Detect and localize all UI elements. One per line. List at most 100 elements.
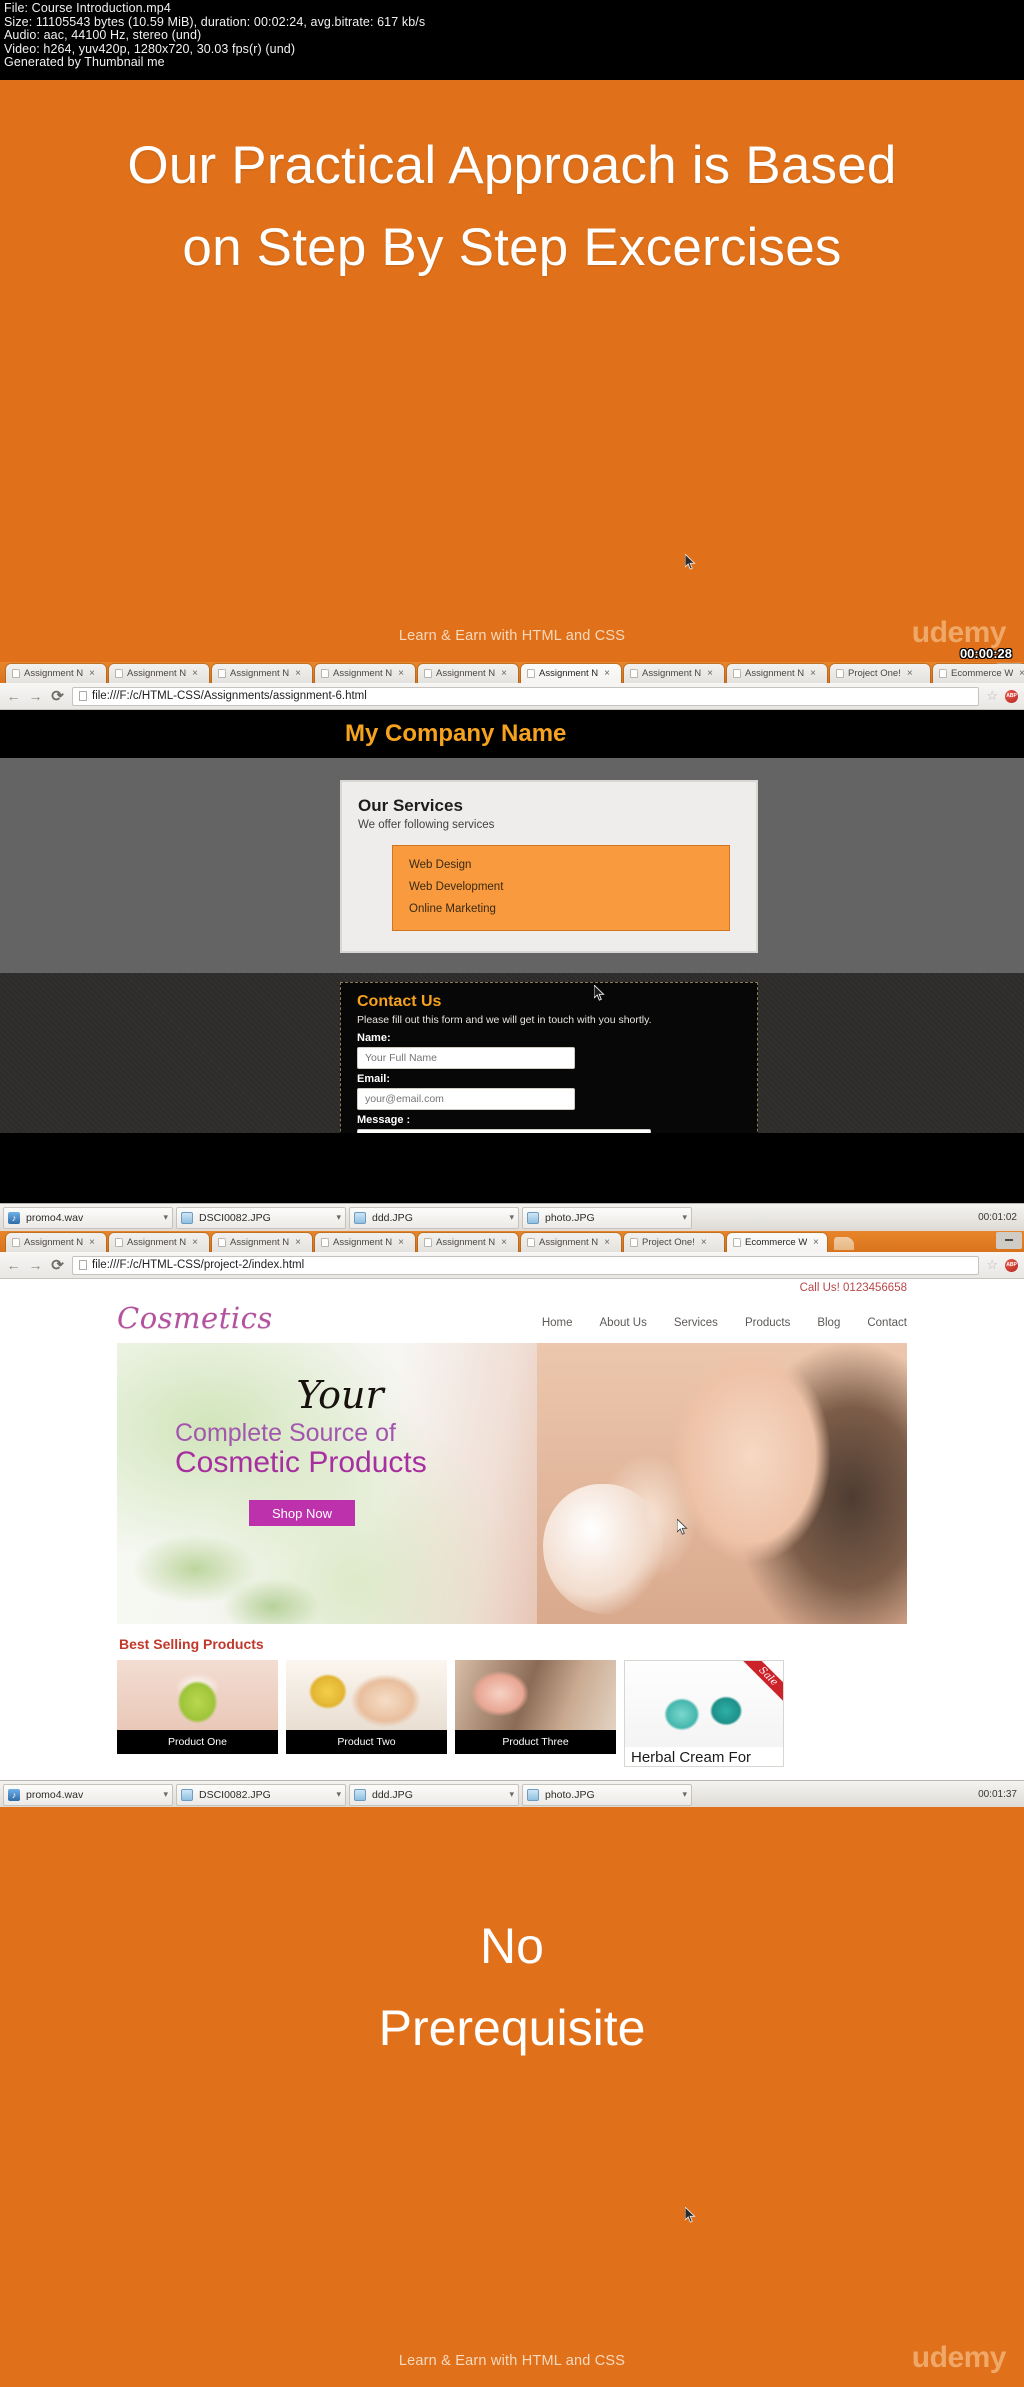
tab-close-icon[interactable]: × <box>89 1237 95 1248</box>
taskbar-item[interactable]: promo4.wav ▾ <box>3 1783 173 1806</box>
chevron-down-icon[interactable]: ▾ <box>682 1789 687 1800</box>
browser-tab[interactable]: Assignment N × <box>109 664 209 683</box>
tab-close-icon[interactable]: × <box>398 668 404 679</box>
message-textarea[interactable] <box>357 1129 651 1133</box>
taskbar-item-label: promo4.wav <box>26 1788 84 1801</box>
tab-close-icon[interactable]: × <box>707 668 713 679</box>
browser-tab[interactable]: Assignment N × <box>727 664 827 683</box>
service-list-item: Web Design <box>409 859 472 871</box>
browser-tab[interactable]: Assignment N × <box>315 664 415 683</box>
tab-close-icon[interactable]: × <box>810 668 816 679</box>
tab-favicon-icon <box>630 669 638 678</box>
udemy-logo: udemy <box>911 616 1007 649</box>
browser-tab[interactable]: Assignment N × <box>109 1233 209 1252</box>
reload-icon[interactable]: ⟳ <box>50 687 65 705</box>
tab-close-icon[interactable]: × <box>813 1237 819 1248</box>
browser-tab[interactable]: Assignment N × <box>212 664 312 683</box>
browser-tab[interactable]: Project One! × <box>830 664 930 683</box>
window-buttons-2[interactable] <box>996 1232 1022 1249</box>
browser-tab[interactable]: Assignment N × <box>418 1233 518 1252</box>
cosmetics-nav-item[interactable]: Contact <box>867 1317 907 1329</box>
tab-close-icon[interactable]: × <box>89 668 95 679</box>
taskbar-item[interactable]: DSCI0082.JPG ▾ <box>176 1206 346 1229</box>
cosmetics-nav-item[interactable]: Services <box>674 1317 718 1329</box>
tab-close-icon[interactable]: × <box>604 1237 610 1248</box>
forward-icon[interactable]: → <box>28 688 43 704</box>
product-card[interactable]: Product One <box>117 1660 278 1767</box>
back-icon[interactable]: ← <box>6 688 21 704</box>
tab-close-icon[interactable]: × <box>604 668 610 679</box>
chevron-down-icon[interactable]: ▾ <box>336 1212 341 1223</box>
taskbar-item[interactable]: DSCI0082.JPG ▾ <box>176 1783 346 1806</box>
browser-tab[interactable]: Project One! × <box>624 1233 724 1252</box>
browser-tab[interactable]: Assignment N × <box>521 664 621 683</box>
adblock-extension-icon[interactable] <box>1005 1258 1018 1272</box>
taskbar-timestamp-2: 00:01:37 <box>978 1789 1017 1800</box>
browser-tab[interactable]: Assignment N × <box>212 1233 312 1252</box>
tab-label: Assignment N <box>333 1237 393 1248</box>
taskbar-item[interactable]: ddd.JPG ▾ <box>349 1783 519 1806</box>
email-input[interactable] <box>357 1088 575 1110</box>
chevron-down-icon[interactable]: ▾ <box>682 1212 687 1223</box>
cosmetics-nav-item[interactable]: Products <box>745 1317 790 1329</box>
slide-2-title-line-1: No <box>480 1918 544 1974</box>
tab-close-icon[interactable]: × <box>295 1237 301 1248</box>
reload-icon[interactable]: ⟳ <box>50 1256 65 1274</box>
tab-close-icon[interactable]: × <box>192 1237 198 1248</box>
tab-favicon-icon <box>218 669 226 678</box>
mouse-cursor-icon <box>685 2207 696 2224</box>
browser-tab[interactable]: Assignment N × <box>315 1233 415 1252</box>
tab-close-icon[interactable]: × <box>501 1237 507 1248</box>
tab-close-icon[interactable]: × <box>192 668 198 679</box>
taskbar-item[interactable]: photo.JPG ▾ <box>522 1206 692 1229</box>
forward-icon[interactable]: → <box>28 1257 43 1273</box>
tab-favicon-icon <box>527 1238 535 1247</box>
taskbar-item[interactable]: promo4.wav ▾ <box>3 1206 173 1229</box>
cosmetics-nav-item[interactable]: Home <box>542 1317 573 1329</box>
name-input[interactable] <box>357 1047 575 1069</box>
bookmark-star-icon[interactable]: ☆ <box>986 688 998 704</box>
cosmetics-logo[interactable]: Cosmetics <box>117 1301 273 1335</box>
chevron-down-icon[interactable]: ▾ <box>336 1789 341 1800</box>
browser-tab[interactable]: Assignment N × <box>6 664 106 683</box>
browser-tab[interactable]: Assignment N × <box>521 1233 621 1252</box>
tab-close-icon[interactable]: × <box>501 668 507 679</box>
chevron-down-icon[interactable]: ▾ <box>163 1789 168 1800</box>
shop-now-button[interactable]: Shop Now <box>249 1500 355 1526</box>
tab-close-icon[interactable]: × <box>907 668 913 679</box>
back-icon[interactable]: ← <box>6 1257 21 1273</box>
product-card[interactable]: Product Two <box>286 1660 447 1767</box>
minimize-button[interactable] <box>996 1232 1022 1249</box>
cosmetics-nav-item[interactable]: Blog <box>817 1317 840 1329</box>
hero-line-1: Complete Source of <box>175 1419 396 1447</box>
bookmark-star-icon[interactable]: ☆ <box>986 1257 998 1273</box>
browser-tab[interactable]: Ecommerce W × <box>727 1233 827 1252</box>
product-card[interactable]: Herbal Cream For Sale <box>624 1660 784 1767</box>
tab-close-icon[interactable]: × <box>398 1237 404 1248</box>
contact-us-intro: Please fill out this form and we will ge… <box>357 1014 652 1026</box>
product-card[interactable]: Product Three <box>455 1660 616 1767</box>
chevron-down-icon[interactable]: ▾ <box>509 1212 514 1223</box>
tab-favicon-icon <box>939 669 947 678</box>
browser-tab[interactable]: Ecommerce W × <box>933 664 1024 683</box>
chevron-down-icon[interactable]: ▾ <box>509 1789 514 1800</box>
meta-line-audio: Audio: aac, 44100 Hz, stereo (und) <box>4 28 202 43</box>
tab-favicon-icon <box>321 1238 329 1247</box>
tab-close-icon[interactable]: × <box>701 1237 707 1248</box>
meta-line-size: Size: 11105543 bytes (10.59 MiB), durati… <box>4 14 426 29</box>
browser-tab[interactable]: Assignment N × <box>624 664 724 683</box>
cosmetics-nav-item[interactable]: About Us <box>600 1317 647 1329</box>
new-tab-button[interactable] <box>834 1237 854 1250</box>
chevron-down-icon[interactable]: ▾ <box>163 1212 168 1223</box>
product-image <box>455 1660 616 1730</box>
taskbar-item[interactable]: photo.JPG ▾ <box>522 1783 692 1806</box>
tab-close-icon[interactable]: × <box>1019 668 1024 679</box>
browser-tab[interactable]: Assignment N × <box>6 1233 106 1252</box>
browser-tab[interactable]: Assignment N × <box>418 664 518 683</box>
taskbar-item[interactable]: ddd.JPG ▾ <box>349 1206 519 1229</box>
tab-close-icon[interactable]: × <box>295 668 301 679</box>
address-bar-1[interactable]: file:///F:/c/HTML-CSS/Assignments/assign… <box>72 686 980 706</box>
address-bar-2[interactable]: file:///F:/c/HTML-CSS/project-2/index.ht… <box>72 1255 980 1275</box>
udemy-logo: udemy <box>911 2341 1007 2374</box>
adblock-extension-icon[interactable] <box>1005 689 1018 703</box>
